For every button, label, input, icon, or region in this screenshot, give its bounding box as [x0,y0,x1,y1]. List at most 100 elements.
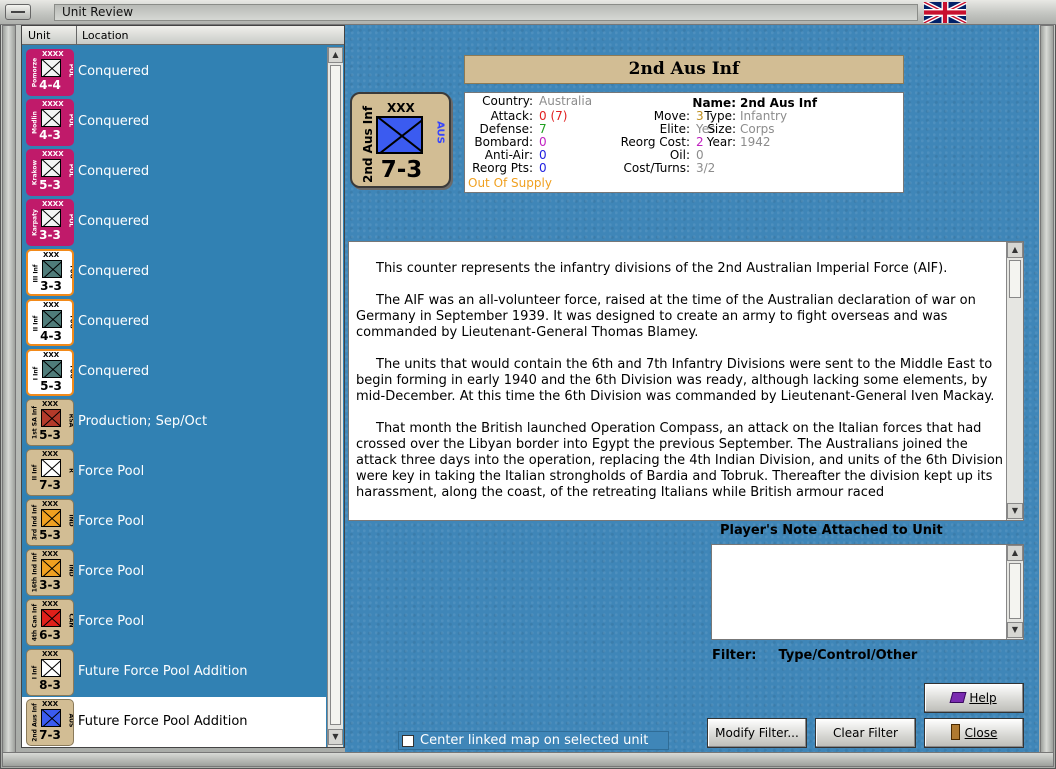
scroll-down-icon[interactable]: ▼ [1007,622,1023,638]
infantry-icon [41,409,61,427]
counter-strength: 4-4 [39,78,61,92]
unit-row[interactable]: XXX 1st SA Inf RSA 5-3 Production; Sep/Oct [22,397,326,447]
infantry-icon [41,609,61,627]
infantry-icon [376,116,423,154]
column-header-location[interactable]: Location [82,29,129,42]
reorgpts-label: Reorg Pts: [472,161,533,175]
door-icon [950,724,960,740]
unit-counter-icon: XXX I Inf YUG 5-3 [26,349,74,396]
column-header-unit[interactable]: Unit [28,29,50,42]
scroll-thumb[interactable] [1009,260,1021,298]
country-label: Country: [482,94,533,108]
infantry-icon [41,559,61,577]
infantry-icon [42,260,62,278]
unit-counter-icon: XXX III Inf YUG 3-3 [26,249,74,296]
counter-strength: 7-3 [380,157,423,183]
filter-value: Type/Control/Other [778,648,918,663]
country-value: Australia [539,94,593,108]
clear-filter-button[interactable]: Clear Filter [815,718,916,748]
infantry-icon [41,659,61,677]
unit-row[interactable]: XXXX Pomorze POL 4-4 Conquered [22,47,326,97]
player-note-field[interactable]: ▲ ▼ [711,544,1024,640]
counter-strength: 4-3 [40,329,62,343]
unit-description[interactable]: This counter represents the infantry div… [348,241,1024,521]
scroll-down-icon[interactable]: ▼ [328,729,343,745]
system-menu-button[interactable] [5,4,31,20]
counter-nation: AUS [434,121,446,144]
title-bar: Unit Review [0,0,1056,25]
unit-row[interactable]: XXX 3rd Ind Inf IND 5-3 Force Pool [22,497,326,547]
note-scrollbar[interactable]: ▲ ▼ [1006,545,1023,639]
unit-location: Production; Sep/Oct [78,414,208,429]
counter-size: XXX [42,650,59,658]
description-scrollbar[interactable]: ▲ ▼ [1006,242,1023,520]
close-button[interactable]: Close [924,718,1024,748]
counter-size: XXX [387,101,415,115]
counter-size: XXX [42,500,59,508]
counter-strength: 3-3 [40,279,62,293]
infantry-icon [41,509,61,527]
window-title: Unit Review [62,5,134,19]
right-frame [1040,25,1054,759]
counter-strength: 3-3 [39,578,61,592]
unit-counter-icon: XXX 2nd Aus Inf AUS 7-3 [26,699,74,746]
uk-flag-icon[interactable] [922,2,968,23]
unit-row[interactable]: XXX III Inf YUG 3-3 Conquered [22,247,326,297]
list-scrollbar[interactable]: ▲ ▼ [327,47,343,747]
scroll-down-icon[interactable]: ▼ [1007,503,1023,519]
modify-filter-label: Modify Filter... [715,726,799,740]
infantry-icon [42,310,62,328]
scroll-up-icon[interactable]: ▲ [1007,545,1023,561]
unit-location: Conquered [78,264,150,279]
counter-strength: 7-3 [39,728,61,742]
unit-row[interactable]: XXX 16th Ind Inf IND 3-3 Force Pool [22,547,326,597]
column-divider[interactable] [76,26,77,44]
unit-row[interactable]: XXXX Krakow POL 5-3 Conquered [22,147,326,197]
unit-row[interactable]: XXX I Inf 8-3 Future Force Pool Addition [22,647,326,697]
unit-row[interactable]: XXXX Modlin POL 4-3 Conquered [22,97,326,147]
unit-location: Force Pool [78,514,145,529]
infantry-icon [42,360,62,378]
counter-strength: 5-3 [39,178,61,192]
center-map-option[interactable]: Center linked map on selected unit [398,731,669,750]
counter-size: XXXX [42,50,64,58]
modify-filter-button[interactable]: Modify Filter... [707,718,807,748]
help-label: Help [969,691,997,705]
title-inset [54,4,918,21]
description-paragraph: The AIF was an all-volunteer force, rais… [356,293,976,340]
unit-row[interactable]: XXX 2nd Aus Inf AUS 7-3 Future Force Pool Ad… [22,697,326,747]
unit-row[interactable]: XXX II Inf R 7-3 Force Pool [22,447,326,497]
unit-counter-icon: XXX 16th Ind Inf IND 3-3 [26,549,74,596]
counter-size: XXXX [42,200,64,208]
scroll-thumb[interactable] [330,65,341,725]
counter-size: XXX [42,700,59,708]
center-map-checkbox[interactable] [402,735,414,747]
unit-row[interactable]: XXX I Inf YUG 5-3 Conquered [22,347,326,397]
year-value: 1942 [740,135,771,149]
unit-title: 2nd Aus Inf [464,55,904,84]
unit-location: Conquered [78,164,150,179]
clear-filter-label: Clear Filter [833,726,898,740]
scroll-up-icon[interactable]: ▲ [328,47,343,63]
unit-counter-icon: XXX 4th Can Inf CAN 6-3 [26,599,74,646]
infantry-icon [41,109,61,127]
counter-size: XXX [42,600,59,608]
counter-strength: 5-3 [39,528,61,542]
counter-size: XXXX [42,150,64,158]
unit-counter-icon: XXXX Pomorze POL 4-4 [26,49,74,96]
scroll-up-icon[interactable]: ▲ [1007,242,1023,258]
unit-stats: Country: Australia Attack: 0 (7) Defense… [464,92,904,193]
scroll-thumb[interactable] [1009,563,1021,619]
counter-strength: 6-3 [39,628,61,642]
counter-strength: 3-3 [39,228,61,242]
counter-size: XXX [43,301,60,309]
counter-size: XXX [43,251,60,259]
help-button[interactable]: Help [924,683,1024,713]
unit-row[interactable]: XXX 4th Can Inf CAN 6-3 Force Pool [22,597,326,647]
unit-row[interactable]: XXX II Inf YUG 4-3 Conquered [22,297,326,347]
unit-counter-icon: XXX I Inf 8-3 [26,649,74,696]
unit-row[interactable]: XXXX Karpaty POL 3-3 Conquered [22,197,326,247]
unit-location: Force Pool [78,464,145,479]
costturns-label: Cost/Turns: [623,161,690,175]
infantry-icon [41,209,61,227]
